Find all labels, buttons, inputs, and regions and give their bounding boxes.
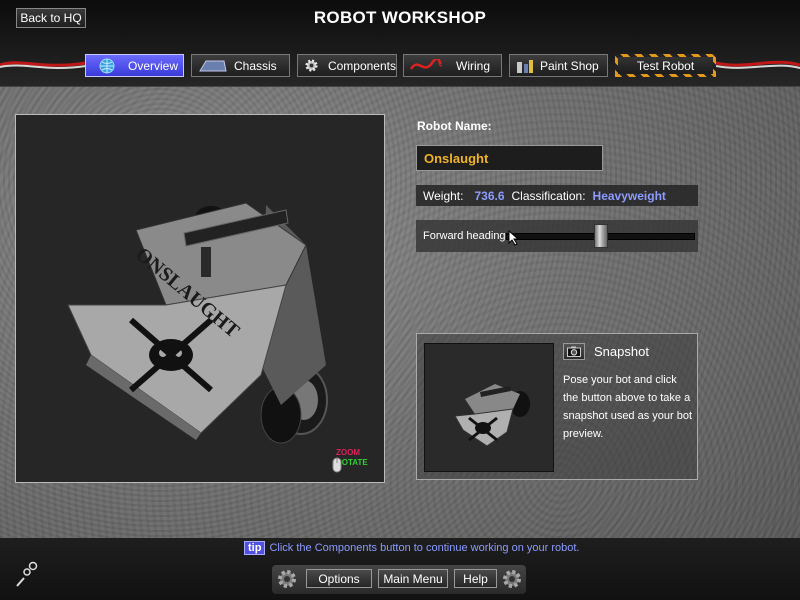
camera-icon (567, 346, 581, 357)
gear-left-icon (278, 570, 296, 588)
snapshot-preview (424, 343, 554, 472)
tab-label: Chassis (234, 58, 277, 73)
footer: tip Click the Components button to conti… (0, 538, 800, 600)
tab-label: Paint Shop (540, 58, 599, 73)
tab-components[interactable]: Components (297, 54, 397, 77)
help-button[interactable]: Help (454, 569, 497, 588)
robot-3d-viewport[interactable]: ONSLAUGHT ZOOM ROTATE (15, 114, 385, 483)
tab-chassis[interactable]: Chassis (191, 54, 290, 77)
bottom-menu-bar: Options Main Menu Help (272, 565, 526, 594)
snapshot-button[interactable] (563, 343, 585, 360)
tip-badge: tip (244, 541, 266, 555)
tab-wiring[interactable]: Wiring (403, 54, 502, 77)
weight-classification-bar: Weight: 736.6 Classification: Heavyweigh… (416, 185, 698, 206)
toggle-sound-icon[interactable] (14, 560, 40, 588)
options-button[interactable]: Options (306, 569, 372, 588)
chassis-icon (198, 58, 228, 74)
wire-icon (410, 58, 442, 74)
gear-icon (304, 58, 320, 74)
snapshot-panel: Snapshot Pose your bot and click the but… (416, 333, 698, 480)
cursor-icon (508, 230, 520, 246)
weight-value: 736.6 (474, 188, 505, 203)
robot-model-render: ONSLAUGHT (67, 202, 328, 444)
header: Back to HQ ROBOT WORKSHOP Overview Chass… (0, 0, 800, 87)
robot-name-label: Robot Name: (417, 119, 492, 133)
forward-heading-label: Forward heading: (423, 230, 509, 242)
classification-label: Classification: (511, 188, 586, 203)
zoom-hint-label: ZOOM (336, 448, 360, 457)
snapshot-description: Pose your bot and click the button above… (563, 374, 693, 440)
snapshot-title: Snapshot (594, 344, 649, 359)
weight-label: Weight: (423, 188, 464, 203)
classification-value: Heavyweight (592, 188, 666, 203)
gear-right-icon (503, 570, 521, 588)
tab-overview[interactable]: Overview (85, 54, 184, 77)
snapshot-robot-image (454, 384, 530, 447)
tab-label: Components (327, 58, 396, 73)
mouse-icon (332, 457, 342, 473)
globe-icon (92, 58, 122, 74)
paint-icon (516, 58, 534, 74)
tab-test-robot[interactable]: Test Robot (615, 54, 716, 77)
page-title: ROBOT WORKSHOP (313, 8, 487, 27)
forward-heading-control: Forward heading: (416, 220, 698, 252)
tab-label: Overview (128, 58, 179, 73)
tip-text: Click the Components button to continue … (269, 542, 580, 554)
robot-name-input[interactable]: Onslaught (416, 145, 603, 171)
tab-label: Test Robot (636, 58, 695, 73)
tab-label: Wiring (456, 58, 491, 73)
main-menu-button[interactable]: Main Menu (378, 569, 448, 588)
forward-heading-slider[interactable] (506, 224, 695, 248)
tab-paint-shop[interactable]: Paint Shop (509, 54, 608, 77)
zoom-hint: ZOOM (336, 448, 360, 457)
tip-bar: tip Click the Components button to conti… (244, 541, 579, 555)
slider-thumb[interactable] (594, 224, 608, 248)
tab-bar: Overview Chassis Components Wiring Paint… (0, 54, 800, 78)
robot-name-value: Onslaught (424, 150, 489, 166)
